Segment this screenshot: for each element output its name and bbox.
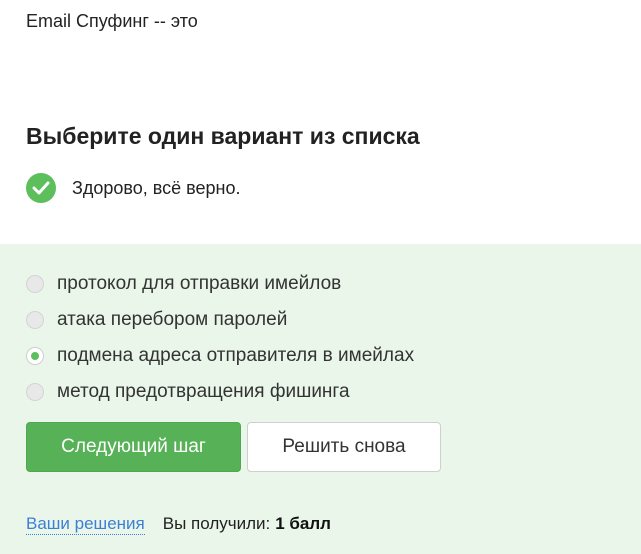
radio-button[interactable] xyxy=(26,311,44,329)
score-value: 1 балл xyxy=(275,514,331,533)
radio-button[interactable] xyxy=(26,383,44,401)
option-label: протокол для отправки имейлов xyxy=(57,273,342,294)
option-label: подмена адреса отправителя в имейлах xyxy=(57,345,415,366)
your-solutions-link[interactable]: Ваши решения xyxy=(26,514,145,535)
retry-button[interactable]: Решить снова xyxy=(247,422,441,472)
question-text: Email Спуфинг -- это xyxy=(26,11,198,31)
option-label: атака перебором паролей xyxy=(57,309,288,330)
section-title: Выберите один вариант из списка xyxy=(26,123,420,149)
radio-button[interactable] xyxy=(26,347,44,365)
radio-button[interactable] xyxy=(26,275,44,293)
option-item[interactable]: метод предотвращения фишинга xyxy=(26,374,414,410)
option-label: метод предотвращения фишинга xyxy=(57,381,350,402)
options-list: протокол для отправки имейлов атака пере… xyxy=(26,266,414,410)
answer-panel: протокол для отправки имейлов атака пере… xyxy=(0,244,641,554)
option-item[interactable]: подмена адреса отправителя в имейлах xyxy=(26,338,414,374)
next-step-button[interactable]: Следующий шаг xyxy=(26,422,241,472)
option-item[interactable]: атака перебором паролей xyxy=(26,302,414,338)
feedback-text: Здорово, всё верно. xyxy=(72,177,241,198)
result-footer: Ваши решения Вы получили: 1 балл xyxy=(26,514,331,535)
score-label: Вы получили: xyxy=(162,514,271,533)
check-circle-icon xyxy=(26,173,56,203)
option-item[interactable]: протокол для отправки имейлов xyxy=(26,266,414,302)
feedback-message: Здорово, всё верно. xyxy=(26,173,241,203)
